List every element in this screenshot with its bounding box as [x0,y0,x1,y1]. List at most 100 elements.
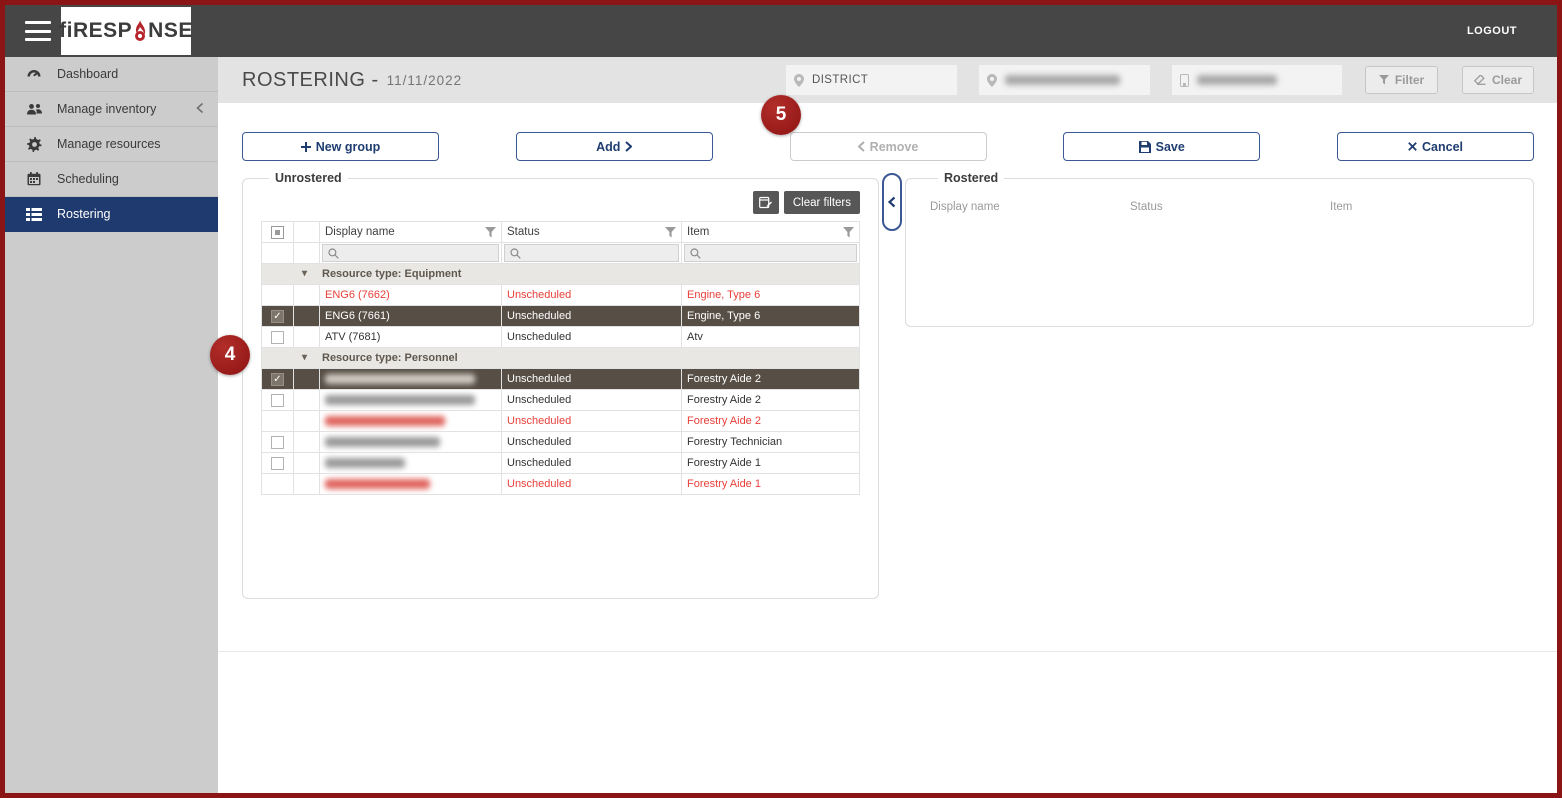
row-item: Forestry Aide 2 [681,410,860,432]
row-checkbox-cell[interactable] [261,431,294,453]
group-row[interactable]: ▾ Resource type: Personnel [261,347,860,369]
sidebar-item-manage-resources[interactable]: Manage resources [5,127,218,162]
group-row-label: Resource type: Equipment [322,268,462,280]
row-item: Forestry Aide 1 [681,452,860,474]
region-filter-input[interactable] [979,65,1150,95]
collapse-panel-button[interactable] [882,173,902,231]
rostered-panel: Rostered Display name Status Item [905,171,1534,327]
blurred-name [325,437,440,447]
eraser-icon [1473,75,1486,85]
row-checkbox-cell [261,284,294,306]
row-display-name [319,368,502,390]
sidebar-item-dashboard[interactable]: Dashboard [5,57,218,92]
table-row[interactable]: ATV (7681) Unscheduled Atv [261,326,860,348]
table-row[interactable]: ✓ Unscheduled Forestry Aide 2 [261,368,860,390]
group-row[interactable]: ▾ Resource type: Equipment [261,263,860,285]
row-checkbox[interactable] [271,393,284,407]
row-checkbox[interactable]: ✓ [271,372,284,386]
row-checkbox-cell[interactable]: ✓ [261,368,294,390]
row-expand-cell [293,368,320,390]
table-row[interactable]: Unscheduled Forestry Technician [261,431,860,453]
funnel-icon[interactable] [485,227,496,238]
table-row[interactable]: Unscheduled Forestry Aide 1 [261,473,860,495]
sidebar-item-rostering[interactable]: Rostering [5,197,218,232]
x-icon [1408,142,1417,151]
row-item: Engine, Type 6 [681,284,860,306]
row-checkbox-cell[interactable] [261,452,294,474]
clear-button[interactable]: Clear [1462,66,1534,94]
unrostered-panel-legend: Unrostered [275,171,342,185]
row-status: Unscheduled [501,284,682,306]
funnel-icon[interactable] [843,227,854,238]
collapse-group-icon[interactable]: ▾ [302,268,307,279]
table-row[interactable]: Unscheduled Forestry Aide 1 [261,452,860,474]
row-expand-cell [293,305,320,327]
search-status-input[interactable] [504,244,679,262]
rostered-column-display-name: Display name [930,201,1000,213]
remove-button[interactable]: Remove [789,132,987,161]
sidebar-item-manage-inventory[interactable]: Manage inventory [5,92,218,127]
group-row-label: Resource type: Personnel [322,352,458,364]
plus-icon [300,141,311,152]
logo-text-post: NSE [148,19,193,42]
hamburger-menu-icon[interactable] [25,21,51,41]
row-item: Forestry Aide 2 [681,389,860,411]
column-header-status[interactable]: Status [501,221,682,243]
funnel-icon [1378,75,1389,85]
row-status: Unscheduled [501,326,682,348]
row-expand-cell [293,284,320,306]
unrostered-table-body: ▾ Resource type: Equipment ENG6 (7662) Unsc… [261,263,860,495]
expand-column-header [293,221,320,243]
table-row[interactable]: Unscheduled Forestry Aide 2 [261,389,860,411]
row-display-name [319,452,502,474]
filter-button[interactable]: Filter [1365,66,1438,94]
app-logo: fiRESP NSE [59,7,193,55]
table-row[interactable]: ENG6 (7662) Unscheduled Engine, Type 6 [261,284,860,306]
users-icon [25,103,43,116]
logo-text: fiRESP NSE [59,19,193,43]
unrostered-search-row [261,242,860,264]
column-chooser-button[interactable] [752,191,779,214]
annotation-badge-5: 5 [761,95,801,135]
blurred-filter-value [1197,75,1277,85]
logout-button[interactable]: LOGOUT [1467,25,1517,37]
search-item-input[interactable] [684,244,857,262]
row-item: Forestry Technician [681,431,860,453]
row-checkbox-cell[interactable] [261,389,294,411]
row-checkbox[interactable] [271,456,284,470]
cancel-button[interactable]: Cancel [1337,132,1534,161]
list-icon [25,207,43,221]
save-button[interactable]: Save [1063,132,1261,161]
column-header-item[interactable]: Item [681,221,860,243]
roster-panels: Unrostered Clear filters Display name St… [242,171,1534,599]
cancel-button-label: Cancel [1422,139,1463,154]
new-group-button-label: New group [315,139,381,154]
floppy-save-icon [1138,140,1151,153]
add-button[interactable]: Add [515,132,713,161]
select-all-checkbox[interactable] [271,225,284,239]
new-group-button[interactable]: New group [242,132,439,161]
sidebar-item-scheduling[interactable]: Scheduling [5,162,218,197]
row-status: Unscheduled [501,368,682,390]
row-checkbox[interactable]: ✓ [271,309,284,323]
funnel-icon[interactable] [665,227,676,238]
rostered-panel-legend: Rostered [944,171,999,185]
row-display-name: ENG6 (7661) [319,305,502,327]
add-button-label: Add [596,139,621,154]
collapse-group-icon[interactable]: ▾ [302,352,307,363]
select-all-cell[interactable] [261,221,294,243]
row-checkbox-cell[interactable] [261,326,294,348]
station-filter-input[interactable] [1172,65,1342,95]
blurred-filter-value [1005,75,1120,85]
table-row[interactable]: Unscheduled Forestry Aide 2 [261,410,860,432]
column-header-display-name[interactable]: Display name [319,221,502,243]
row-checkbox[interactable] [271,435,284,449]
search-display-name-input[interactable] [322,244,499,262]
row-expand-cell [293,326,320,348]
table-row[interactable]: ✓ ENG6 (7661) Unscheduled Engine, Type 6 [261,305,860,327]
clear-filters-button[interactable]: Clear filters [783,191,860,214]
blurred-name [325,479,430,489]
row-checkbox-cell[interactable]: ✓ [261,305,294,327]
district-filter-input[interactable]: DISTRICT [786,65,957,95]
row-checkbox[interactable] [271,330,284,344]
